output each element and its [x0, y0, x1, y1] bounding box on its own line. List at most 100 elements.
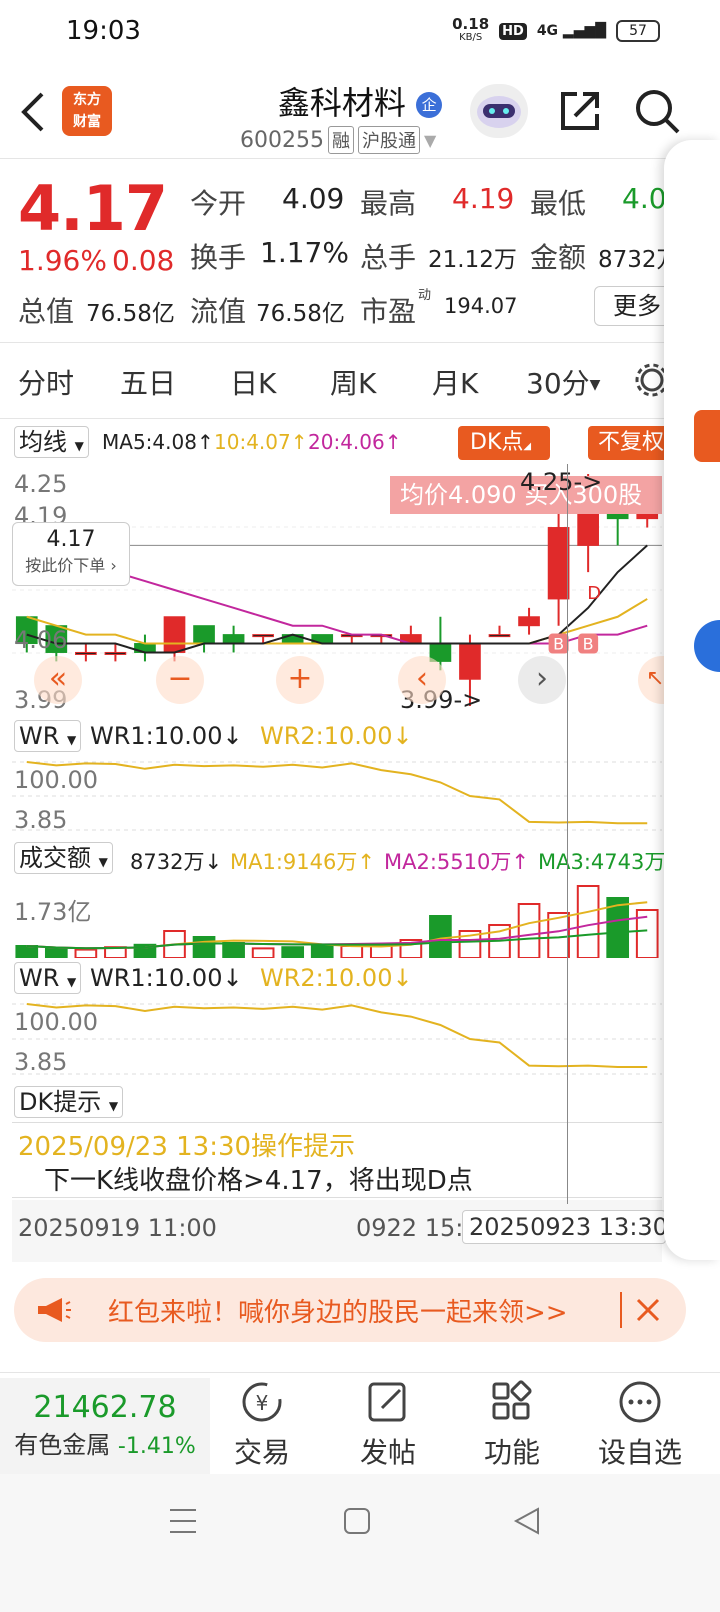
b-marker-2: B — [583, 635, 594, 654]
close-icon[interactable] — [634, 1296, 662, 1324]
float-value: 76.58亿 — [256, 301, 345, 327]
tab-intraday[interactable]: 分时 — [18, 362, 74, 402]
tab-monthly-k[interactable]: 月K — [432, 362, 478, 402]
index-name: 有色金属 — [14, 1431, 111, 1459]
tab-weekly-k[interactable]: 周K — [330, 362, 376, 402]
tab-daily-k[interactable]: 日K — [230, 362, 276, 402]
back-nav-icon[interactable] — [512, 1506, 542, 1536]
crosshair-price: 4.17 — [46, 527, 96, 552]
nav-functions-label: 功能 — [483, 1436, 540, 1469]
crosshair-price-box[interactable]: 4.17 按此价下单 › — [12, 522, 130, 586]
caret-down-icon: ▼ — [67, 733, 77, 747]
volume-bar-8 — [251, 947, 275, 958]
volume-bar-9 — [281, 946, 305, 958]
volume-select[interactable]: 成交额 ▼ — [14, 842, 113, 874]
high-label: 最高 — [360, 187, 417, 220]
caret-down-icon: ▼ — [67, 975, 77, 989]
caret-down-icon: ▼ — [423, 130, 437, 150]
wr-chart-1[interactable] — [12, 758, 662, 834]
signal-icon: 4G ▂▄▆█ — [536, 23, 606, 39]
drawer-orange-item — [694, 410, 720, 462]
step-right-icon[interactable]: › — [518, 656, 566, 704]
vol-ma2-value: MA2:5510万 — [384, 850, 512, 874]
ma5-value: MA5:4.08 — [102, 430, 197, 454]
nav-post[interactable]: 发帖 — [352, 1380, 424, 1471]
net-speed: 0.18 — [452, 15, 490, 33]
svg-text:¥: ¥ — [256, 1391, 269, 1415]
candle-body-16 — [488, 634, 511, 638]
nav-post-label: 发帖 — [359, 1436, 416, 1469]
grid-icon — [492, 1380, 532, 1420]
ma20-readout: 20:4.06↑ — [308, 430, 402, 454]
wr-select-2[interactable]: WR ▼ — [14, 962, 82, 994]
volume-bar-19 — [576, 885, 600, 958]
wr2-value-2: WR2:10.00 — [260, 964, 393, 992]
stock-code: 600255 — [240, 127, 324, 153]
dk-point-label: DK点 — [470, 430, 524, 455]
no-adjust-button[interactable]: 不复权 — [588, 426, 668, 460]
stock-code-row[interactable]: 600255 融 沪股通 ▼ — [240, 126, 436, 154]
promo-banner[interactable]: 红包来啦！喊你身边的股民一起来领>> — [14, 1278, 686, 1342]
nav-add-watchlist[interactable]: 设自选 — [590, 1380, 690, 1471]
enterprise-badge: 企 — [416, 92, 443, 118]
dk-hint-select[interactable]: DK提示 ▼ — [14, 1086, 124, 1118]
volume-select-label: 成交额 — [19, 844, 91, 872]
drawer-blue-item — [694, 620, 720, 672]
pe-label: 市盈 — [360, 295, 417, 328]
candle-body-18 — [547, 527, 570, 600]
share-icon[interactable] — [557, 88, 603, 138]
time-mid: 0922 15:0 — [356, 1214, 464, 1242]
more-button[interactable]: 更多 — [594, 286, 674, 326]
menu-icon[interactable] — [168, 1506, 198, 1536]
step-left-icon[interactable]: ‹ — [398, 656, 446, 704]
time-crosshair: 20250923 13:30 — [462, 1210, 666, 1244]
connect-tag: 沪股通 — [357, 126, 420, 154]
index-ticker[interactable]: 21462.78 有色金属 -1.41% — [0, 1378, 210, 1474]
candle-body-19 — [577, 509, 599, 546]
dk-hint-date: 2025/09/23 13:30操作提示 — [18, 1132, 356, 1162]
system-nav-bar — [0, 1474, 720, 1612]
more-dots-icon — [619, 1381, 661, 1423]
wr1-value-1: WR1:10.00 — [90, 722, 223, 750]
last-price: 4.17 — [18, 172, 168, 245]
tab-five-day[interactable]: 五日 — [120, 362, 176, 402]
pe-value: 194.07 — [444, 294, 518, 318]
side-drawer[interactable] — [664, 140, 720, 1260]
volume-chart[interactable] — [12, 880, 662, 958]
volume-bar-11 — [340, 945, 364, 958]
nav-trade[interactable]: ¥ 交易 — [226, 1380, 298, 1471]
header-divider — [0, 158, 720, 159]
wr1-readout-2: WR1:10.00↓ — [90, 964, 243, 992]
robot-avatar-icon[interactable] — [470, 84, 528, 138]
tab-divider — [0, 418, 720, 419]
ma-select[interactable]: 均线 ▼ — [14, 426, 89, 458]
zoom-in-icon[interactable]: + — [276, 656, 324, 704]
turnover-label: 换手 — [190, 241, 247, 274]
order-at-price: 按此价下单 › — [25, 556, 117, 575]
vol-ma1-readout: MA1:9146万↑ — [230, 850, 375, 874]
wr-chart-2[interactable] — [12, 1000, 662, 1078]
tab-30min[interactable]: 30分▼ — [526, 362, 600, 402]
candle-body-15 — [459, 643, 481, 680]
volume-bar-1 — [44, 948, 68, 958]
wr1-tick-top: 100.00 — [14, 766, 98, 794]
wr1-value-2: WR1:10.00 — [90, 964, 223, 992]
open-label: 今开 — [190, 187, 247, 220]
scroll-left-fast-icon[interactable]: « — [34, 656, 82, 704]
wr-select-1[interactable]: WR ▼ — [14, 720, 82, 752]
search-icon[interactable] — [632, 86, 682, 140]
volume-bar-10 — [310, 945, 334, 958]
candle-body-7 — [222, 634, 245, 645]
network-type: 4G — [536, 23, 559, 39]
zoom-out-icon[interactable]: − — [156, 656, 204, 704]
mcap-value: 76.58亿 — [86, 301, 175, 327]
candle-body-5 — [163, 616, 186, 653]
stock-name: 鑫科材料 — [277, 84, 406, 122]
dk-point-button[interactable]: DK点◢ — [458, 426, 550, 460]
high-marker: 4.25-> — [520, 468, 603, 496]
ma10-value: 10:4.07 — [214, 430, 291, 454]
dk-hint-message: 下一K线收盘价格>4.17，将出现D点 — [44, 1166, 473, 1196]
nav-functions[interactable]: 功能 — [476, 1380, 548, 1471]
dk-hint-label: DK提示 — [19, 1088, 102, 1116]
home-icon[interactable] — [342, 1506, 372, 1536]
